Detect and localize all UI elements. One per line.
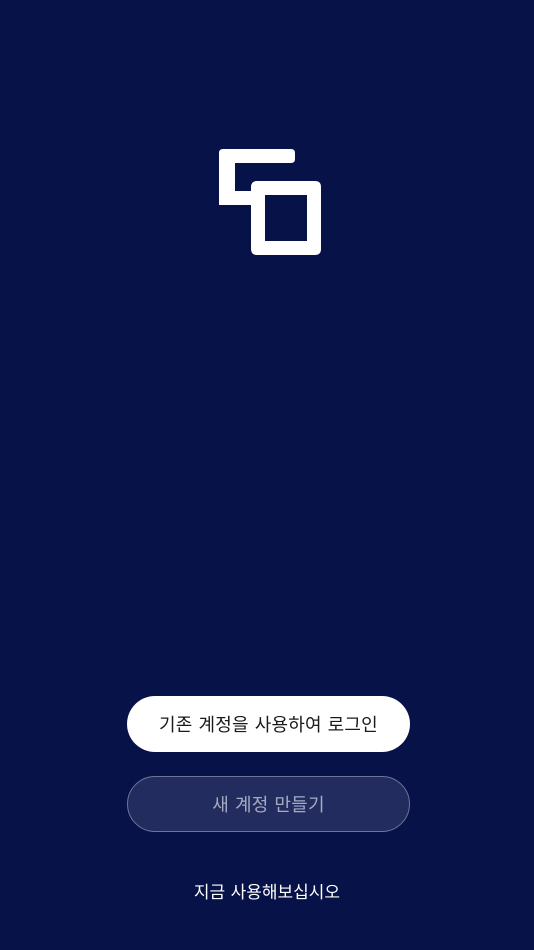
create-account-button[interactable]: 새 계정 만들기 [127,776,410,832]
try-now-link[interactable]: 지금 사용해보십시오 [0,878,534,903]
login-existing-account-button[interactable]: 기존 계정을 사용하여 로그인 [127,696,410,752]
welcome-screen: 기존 계정을 사용하여 로그인 새 계정 만들기 지금 사용해보십시오 [0,0,534,950]
brand-logo-icon [219,149,321,255]
